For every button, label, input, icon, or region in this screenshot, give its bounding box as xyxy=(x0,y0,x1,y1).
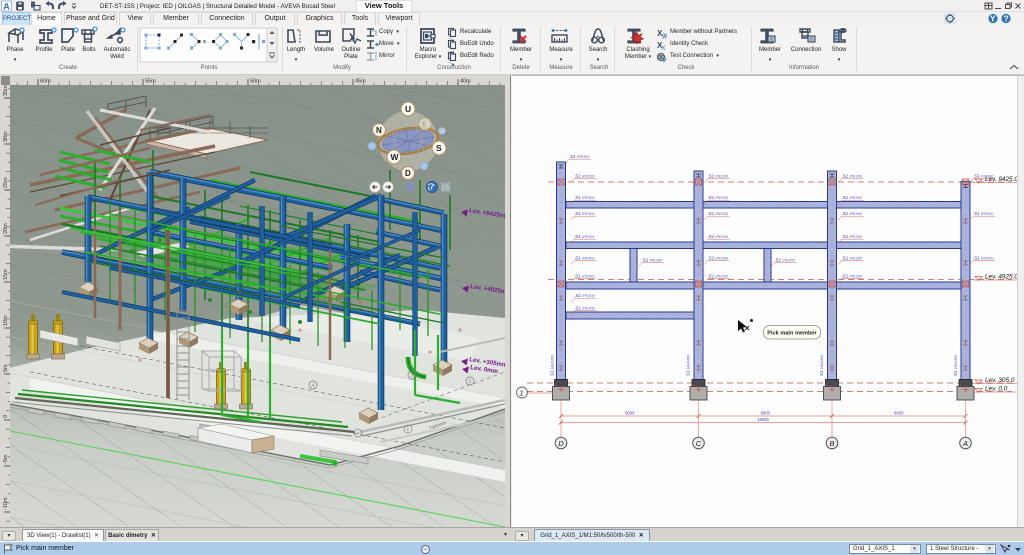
svg-text:45m: 45m xyxy=(355,79,366,85)
svg-text:X: X xyxy=(662,46,666,52)
svg-text:S: S xyxy=(436,143,442,153)
svg-text:S1 HEA300: S1 HEA300 xyxy=(550,354,555,376)
svg-text:Lev. 4925.0: Lev. 4925.0 xyxy=(985,274,1017,281)
svg-text:A: A xyxy=(962,439,968,448)
svg-text:S1 IPE300: S1 IPE300 xyxy=(570,154,590,159)
svg-text:6000: 6000 xyxy=(625,411,635,416)
svg-text:S1 IPE300: S1 IPE300 xyxy=(974,256,994,261)
svg-text:1: 1 xyxy=(520,391,524,398)
svg-text:55m: 55m xyxy=(145,79,156,85)
svg-text:S1 IPE300: S1 IPE300 xyxy=(575,174,595,179)
svg-text:S1 IPE300: S1 IPE300 xyxy=(843,211,863,216)
svg-text:S1 IPE300: S1 IPE300 xyxy=(843,234,863,239)
svg-text:S1 IPE300: S1 IPE300 xyxy=(843,274,863,279)
svg-text:S1 IPE300: S1 IPE300 xyxy=(974,174,994,179)
svg-text:Pick main member: Pick main member xyxy=(767,331,817,337)
svg-text:18000: 18000 xyxy=(757,417,769,422)
svg-text:S1 IPE300: S1 IPE300 xyxy=(843,174,863,179)
svg-text:S1 IPE300: S1 IPE300 xyxy=(709,274,729,279)
svg-text:B: B xyxy=(829,439,834,448)
svg-text:S1 IPE300: S1 IPE300 xyxy=(575,293,595,298)
svg-text:35m: 35m xyxy=(3,85,9,96)
svg-text:-10m: -10m xyxy=(3,497,9,510)
svg-text:S1 IPE300: S1 IPE300 xyxy=(575,274,595,279)
svg-text:D: D xyxy=(405,169,411,178)
svg-text:S1 IPE300: S1 IPE300 xyxy=(843,195,863,200)
svg-text:S1 IPE300: S1 IPE300 xyxy=(709,211,729,216)
svg-text:S1 IPE300: S1 IPE300 xyxy=(709,174,729,179)
svg-text:S1 IPE300: S1 IPE300 xyxy=(709,195,729,200)
svg-text:6000: 6000 xyxy=(761,411,771,416)
svg-text:50m: 50m xyxy=(250,79,261,85)
svg-text:S1 IPE300: S1 IPE300 xyxy=(575,211,595,216)
svg-text:S1 IPE300: S1 IPE300 xyxy=(709,256,729,261)
svg-text:60m: 60m xyxy=(40,79,51,85)
svg-text:S1 IPE300: S1 IPE300 xyxy=(843,256,863,261)
svg-text:2: 2 xyxy=(468,379,472,384)
svg-text:S1 HEA300: S1 HEA300 xyxy=(686,354,691,376)
svg-text:?: ? xyxy=(1004,14,1009,24)
svg-text:Y: Y xyxy=(990,14,996,23)
svg-text:A: A xyxy=(3,1,10,11)
svg-text:25m: 25m xyxy=(3,177,9,188)
svg-text:S1 HEA300: S1 HEA300 xyxy=(953,354,958,376)
svg-text:S1 HEA300: S1 HEA300 xyxy=(819,354,824,376)
svg-text:5m: 5m xyxy=(3,364,9,372)
svg-text:D: D xyxy=(558,439,564,448)
svg-text:⚢: ⚢ xyxy=(662,33,668,40)
svg-text:S1 IPE300: S1 IPE300 xyxy=(575,234,595,239)
svg-text:A: A xyxy=(311,383,315,388)
svg-text:S1 IPE300: S1 IPE300 xyxy=(974,211,994,216)
svg-text:40m: 40m xyxy=(460,79,471,85)
svg-text:S1 IPE300: S1 IPE300 xyxy=(709,234,729,239)
svg-text:20m: 20m xyxy=(3,223,9,234)
svg-text:6000: 6000 xyxy=(894,411,904,416)
svg-text:0: 0 xyxy=(3,415,9,418)
svg-text:S1 IPE300: S1 IPE300 xyxy=(575,195,595,200)
svg-text:Lev. 305.0: Lev. 305.0 xyxy=(985,377,1015,384)
svg-text:W: W xyxy=(391,152,400,162)
svg-text:30m: 30m xyxy=(3,131,9,142)
svg-text:S1 IPE300: S1 IPE300 xyxy=(575,306,595,311)
svg-text:S1 IPE300: S1 IPE300 xyxy=(775,258,795,263)
svg-text:U: U xyxy=(405,104,411,114)
svg-text:S1 IPE300: S1 IPE300 xyxy=(575,256,595,261)
svg-text:Lev. 0.0: Lev. 0.0 xyxy=(985,386,1008,393)
svg-text:-5m: -5m xyxy=(3,454,9,464)
svg-text:N: N xyxy=(376,126,382,135)
svg-text:15m: 15m xyxy=(3,269,9,280)
svg-text:S1 IPE300: S1 IPE300 xyxy=(643,258,663,263)
svg-text:10m: 10m xyxy=(3,315,9,326)
svg-text:E: E xyxy=(422,122,427,129)
svg-text:C: C xyxy=(696,439,702,448)
